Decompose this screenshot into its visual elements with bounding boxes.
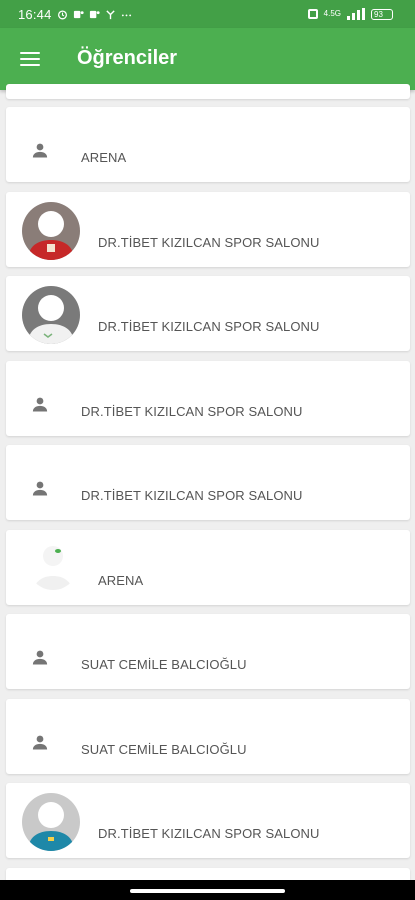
person-icon (32, 481, 48, 496)
person-icon (32, 397, 48, 412)
gym-name: DR.TİBET KIZILCAN SPOR SALONU (98, 826, 320, 841)
teams-icon (89, 10, 100, 19)
battery-icon: 93 (371, 8, 393, 20)
gym-name: SUAT CEMİLE BALCIOĞLU (81, 657, 247, 672)
teams-icon (73, 10, 84, 19)
list-item[interactable]: SUAT CEMİLE BALCIOĞLU (6, 699, 410, 774)
alarm-icon (57, 10, 67, 20)
person-icon (32, 735, 48, 750)
gym-name: SUAT CEMİLE BALCIOĞLU (81, 742, 247, 757)
status-time: 16:44 (18, 7, 52, 22)
gym-name: DR.TİBET KIZILCAN SPOR SALONU (98, 235, 320, 250)
list-item[interactable]: SUAT CEMİLE BALCIOĞLU (6, 614, 410, 689)
more-icon (121, 14, 131, 17)
page-title: Öğrenciler (77, 47, 178, 69)
list-item[interactable]: DR.TİBET KIZILCAN SPOR SALONU (6, 192, 410, 267)
list-item[interactable]: ARENA (6, 107, 410, 182)
app-bar: Öğrenciler (0, 28, 415, 90)
list-item[interactable]: DR.TİBET KIZILCAN SPOR SALONU (6, 361, 410, 436)
avatar (22, 793, 80, 851)
gym-name: ARENA (81, 150, 127, 165)
avatar (22, 286, 80, 344)
gym-name: DR.TİBET KIZILCAN SPOR SALONU (81, 488, 303, 503)
nfc-icon (307, 9, 318, 19)
home-gesture-handle[interactable] (130, 889, 285, 893)
list-item[interactable] (6, 84, 410, 99)
list-item[interactable]: DR.TİBET KIZILCAN SPOR SALONU (6, 783, 410, 858)
person-icon (32, 143, 48, 158)
gym-name: ARENA (98, 573, 144, 588)
avatar (22, 202, 80, 260)
status-bar: 16:44 4.5G 93 (0, 0, 415, 28)
signal-icon (347, 8, 365, 20)
gym-name: DR.TİBET KIZILCAN SPOR SALONU (98, 319, 320, 334)
list-item[interactable]: DR.TİBET KIZILCAN SPOR SALONU (6, 276, 410, 351)
menu-icon[interactable] (20, 52, 40, 67)
battery-level: 93 (374, 9, 383, 19)
avatar (28, 540, 78, 590)
signal-fork-icon (105, 10, 115, 20)
list-item[interactable]: ARENA (6, 530, 410, 605)
person-icon (32, 650, 48, 665)
list-item[interactable]: DR.TİBET KIZILCAN SPOR SALONU (6, 445, 410, 520)
gym-name: DR.TİBET KIZILCAN SPOR SALONU (81, 404, 303, 419)
network-type: 4.5G (323, 9, 341, 18)
